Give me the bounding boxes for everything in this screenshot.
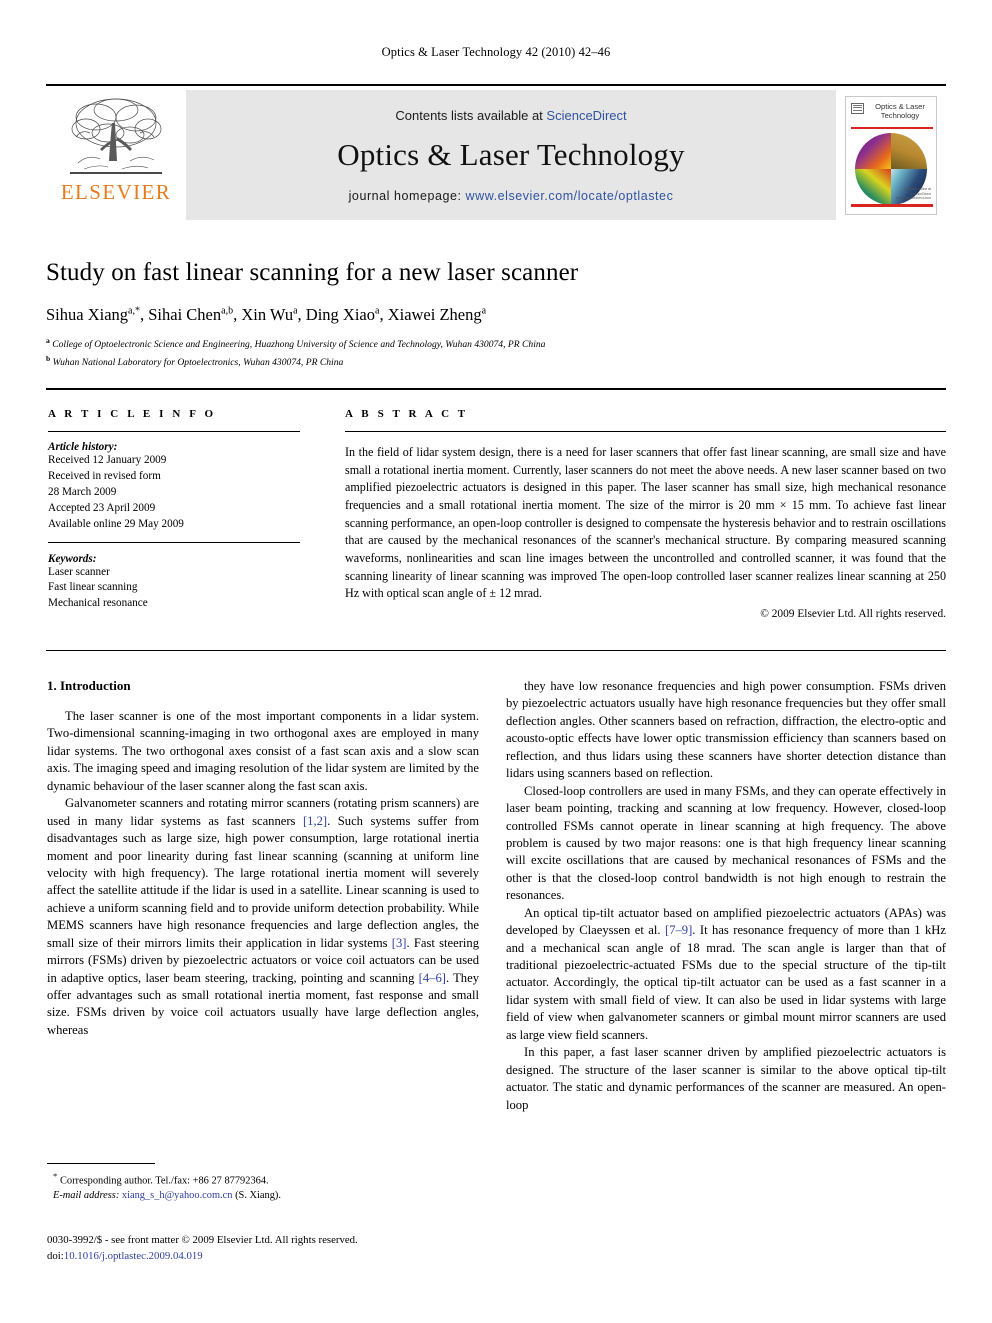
cover-credit: Available online at ScienceDirect www.sc… xyxy=(895,187,931,201)
paragraph-text: Galvanometer scanners and rotating mirro… xyxy=(47,796,480,1037)
abstract-rule xyxy=(345,431,946,432)
doi-line: doi:10.1016/j.optlastec.2009.04.019 xyxy=(47,1250,203,1263)
author: Xiawei Zhenga xyxy=(387,305,487,324)
info-rule-top xyxy=(48,431,300,432)
body-column-left: 1. Introduction The laser scanner is one… xyxy=(47,678,479,1039)
footnote-rule xyxy=(47,1163,155,1164)
author-list: Sihua Xianga,*, Sihai Chena,b, Xin Wua, … xyxy=(46,305,487,324)
section-heading-introduction: 1. Introduction xyxy=(47,678,131,693)
abstract-heading: A B S T R A C T xyxy=(345,408,469,420)
journal-banner: Contents lists available at ScienceDirec… xyxy=(186,90,836,220)
publisher-name: ELSEVIER xyxy=(60,180,172,204)
journal-emblem-icon xyxy=(851,102,864,114)
title-block: Study on fast linear scanning for a new … xyxy=(46,258,946,370)
email-label: E-mail address: xyxy=(53,1190,120,1202)
article-history: Article history: Received 12 January 200… xyxy=(48,441,300,533)
body-divider xyxy=(46,650,946,651)
publisher-logo: ELSEVIER xyxy=(46,90,186,220)
abstract-column: A B S T R A C T In the field of lidar sy… xyxy=(345,408,946,631)
info-rule-bottom xyxy=(48,541,300,543)
cover-title: Optics & Laser Technology xyxy=(875,101,925,120)
paragraph: The laser scanner is one of the most imp… xyxy=(47,709,479,793)
email-note: E-mail address: xiang_s_h@yahoo.com.cn (… xyxy=(47,1189,479,1204)
journal-masthead: ELSEVIER Contents lists available at Sci… xyxy=(46,84,946,220)
doi-link[interactable]: 10.1016/j.optlastec.2009.04.019 xyxy=(64,1250,203,1262)
paragraph: Galvanometer scanners and rotating mirro… xyxy=(47,795,479,1039)
elsevier-tree-icon xyxy=(70,98,162,174)
contents-available-line: Contents lists available at ScienceDirec… xyxy=(395,108,626,123)
homepage-prefix: journal homepage: xyxy=(348,188,462,203)
keyword: Fast linear scanning xyxy=(48,581,138,594)
article-info-heading: A R T I C L E I N F O xyxy=(48,408,217,420)
page-title: Study on fast linear scanning for a new … xyxy=(46,259,579,286)
keywords-block: Keywords: Laser scanner Fast linear scan… xyxy=(48,553,300,613)
corresponding-author-note: * Corresponding author. Tel./fax: +86 27… xyxy=(53,1171,269,1187)
abstract-text: In the field of lidar system design, the… xyxy=(345,445,946,601)
paragraph-text: An optical tip-tilt actuator based on am… xyxy=(506,905,946,1042)
cover-rule-top xyxy=(851,126,933,129)
email-link[interactable]: xiang_s_h@yahoo.com.cn xyxy=(122,1190,233,1201)
keyword: Mechanical resonance xyxy=(48,597,148,610)
paragraph: they have low resonance frequencies and … xyxy=(506,679,946,781)
keyword: Laser scanner xyxy=(48,565,110,578)
history-line: Accepted 23 April 2009 xyxy=(48,501,156,514)
body-column-right: they have low resonance frequencies and … xyxy=(506,678,946,1114)
affiliation: b Wuhan National Laboratory for Optoelec… xyxy=(46,353,344,368)
journal-cover-thumbnail: Optics & Laser Technology Available onli… xyxy=(836,90,946,220)
cover-rule-bottom xyxy=(851,203,933,207)
journal-title: Optics & Laser Technology xyxy=(337,136,685,172)
sciencedirect-link[interactable]: ScienceDirect xyxy=(546,108,626,123)
imprint-line: 0030-3992/$ - see front matter © 2009 El… xyxy=(47,1234,358,1246)
history-line: 28 March 2009 xyxy=(48,485,117,498)
info-divider xyxy=(46,388,946,390)
keywords-label: Keywords: xyxy=(48,552,97,565)
history-line: Received in revised form xyxy=(48,469,161,482)
email-owner: (S. Xiang). xyxy=(235,1190,281,1202)
history-label: Article history: xyxy=(48,441,118,453)
article-info-column: A R T I C L E I N F O Article history: R… xyxy=(48,408,300,612)
article-first-page: Optics & Laser Technology 42 (2010) 42–4… xyxy=(0,0,992,1323)
journal-homepage-link[interactable]: www.elsevier.com/locate/optlastec xyxy=(466,189,674,203)
history-line: Received 12 January 2009 xyxy=(48,454,167,466)
affiliation: a College of Optoelectronic Science and … xyxy=(46,336,546,351)
history-line: Available online 29 May 2009 xyxy=(48,517,184,530)
author: Xin Wua xyxy=(241,305,298,324)
paragraph: An optical tip-tilt actuator based on am… xyxy=(506,905,946,1045)
journal-homepage-line: journal homepage: www.elsevier.com/locat… xyxy=(349,189,674,203)
author: Sihua Xianga,* xyxy=(46,305,140,324)
copyright-line: © 2009 Elsevier Ltd. All rights reserved… xyxy=(760,607,946,620)
author: Ding Xiaoa xyxy=(305,305,380,324)
contents-prefix: Contents lists available at xyxy=(395,107,543,123)
corresponding-marker: * xyxy=(53,1171,58,1181)
footnote-area: * Corresponding author. Tel./fax: +86 27… xyxy=(47,1163,479,1204)
paragraph: In this paper, a fast laser scanner driv… xyxy=(506,1045,946,1112)
imprint-block: 0030-3992/$ - see front matter © 2009 El… xyxy=(47,1232,507,1264)
paragraph: Closed-loop controllers are used in many… xyxy=(506,783,946,903)
author: Sihai Chena,b xyxy=(148,305,234,324)
running-head: Optics & Laser Technology 42 (2010) 42–4… xyxy=(381,45,611,59)
